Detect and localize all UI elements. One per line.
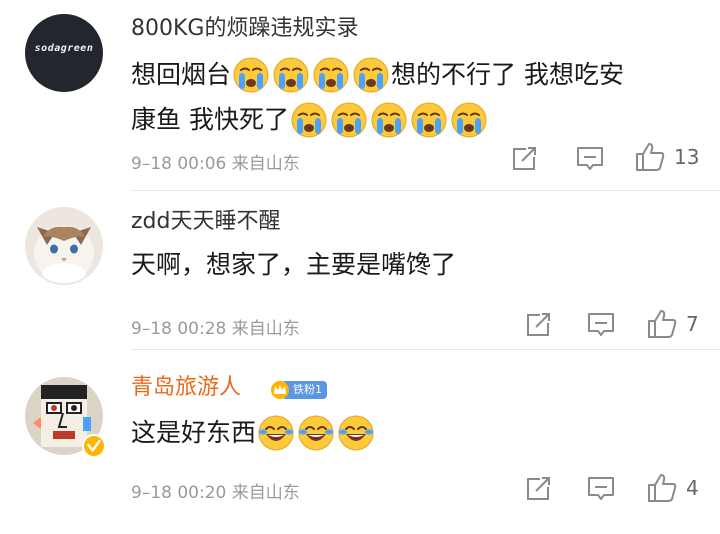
reply-button[interactable] — [586, 475, 616, 503]
crying-emoji-icon — [233, 57, 269, 93]
avatar[interactable] — [25, 207, 103, 285]
crying-emoji-icon — [353, 57, 389, 93]
comment-icon — [575, 145, 605, 173]
comment-icon — [586, 475, 616, 503]
laughing-tears-emoji-icon — [258, 415, 294, 451]
like-count: 13 — [674, 145, 700, 169]
reply-button[interactable] — [575, 145, 605, 173]
like-count: 7 — [686, 312, 699, 336]
comment-item: 青岛旅游人 铁粉1 这是好东西 9–18 00:20 来自山东 4 — [0, 350, 720, 534]
crying-emoji-icon — [313, 57, 349, 93]
laughing-tears-emoji-icon — [298, 415, 334, 451]
comment-username[interactable]: zdd天天睡不醒 — [131, 208, 280, 236]
thumbs-up-icon — [646, 472, 678, 504]
crown-icon — [271, 381, 289, 399]
comment-date: 9–18 00:06 — [131, 154, 227, 174]
comment-meta: 9–18 00:20 来自山东 — [131, 478, 300, 503]
comment-icon — [586, 311, 616, 339]
verified-badge-icon — [82, 434, 106, 458]
cat-avatar-image — [25, 207, 103, 285]
share-icon — [510, 145, 538, 173]
share-icon — [524, 311, 552, 339]
share-button[interactable] — [524, 475, 552, 503]
crying-emoji-icon — [371, 102, 407, 138]
like-count: 4 — [686, 476, 699, 500]
comment-text: 想回烟台 想的不行了 我想吃安 康鱼 我快死了 — [131, 52, 691, 142]
fan-badge-label: 铁粉1 — [284, 381, 327, 399]
comment-date: 9–18 00:28 — [131, 319, 227, 339]
comment-text-segment: 康鱼 我快死了 — [131, 105, 289, 134]
thumbs-up-icon — [634, 141, 666, 173]
crying-emoji-icon — [451, 102, 487, 138]
share-button[interactable] — [510, 145, 538, 173]
comment-item: sodagreen 800KG的烦躁违规实录 想回烟台 想的不行了 我想吃安 康鱼… — [0, 0, 720, 190]
comment-meta: 9–18 00:28 来自山东 — [131, 314, 300, 339]
comment-text-segment: 想回烟台 — [131, 60, 232, 89]
share-icon — [524, 475, 552, 503]
like-button[interactable]: 4 — [646, 472, 699, 504]
comment-source: 来自山东 — [231, 154, 300, 174]
comment-text: 天啊，想家了，主要是嘴馋了 — [131, 242, 691, 287]
comment-source: 来自山东 — [231, 483, 300, 503]
comment-meta: 9–18 00:06 来自山东 — [131, 149, 300, 174]
thumbs-up-icon — [646, 308, 678, 340]
comment-username[interactable]: 青岛旅游人 — [131, 374, 241, 402]
crying-emoji-icon — [273, 57, 309, 93]
share-button[interactable] — [524, 311, 552, 339]
comment-text-segment: 天啊，想家了，主要是嘴馋了 — [131, 250, 457, 279]
crying-emoji-icon — [411, 102, 447, 138]
comment-text-segment: 想的不行了 我想吃安 — [391, 60, 624, 89]
like-button[interactable]: 13 — [634, 141, 699, 173]
avatar[interactable]: sodagreen — [25, 14, 103, 92]
reply-button[interactable] — [586, 311, 616, 339]
comment-text: 这是好东西 — [131, 410, 691, 455]
comment-text-segment: 这是好东西 — [131, 418, 257, 447]
comment-item: zdd天天睡不醒 天啊，想家了，主要是嘴馋了 9–18 00:28 来自山东 7 — [0, 191, 720, 349]
comment-source: 来自山东 — [231, 319, 300, 339]
like-button[interactable]: 7 — [646, 308, 699, 340]
avatar-logo-text: sodagreen — [34, 43, 94, 54]
laughing-tears-emoji-icon — [338, 415, 374, 451]
crying-emoji-icon — [291, 102, 327, 138]
fan-badge[interactable]: 铁粉1 — [270, 380, 327, 400]
comment-username[interactable]: 800KG的烦躁违规实录 — [131, 15, 358, 43]
comment-date: 9–18 00:20 — [131, 483, 227, 503]
crying-emoji-icon — [331, 102, 367, 138]
